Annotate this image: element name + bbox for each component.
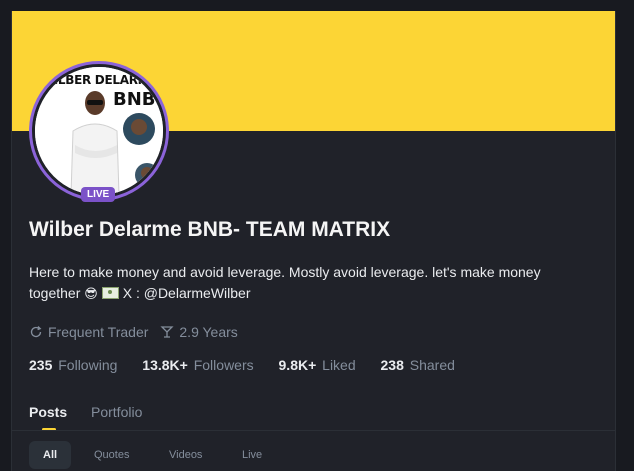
tab-posts[interactable]: Posts xyxy=(29,404,67,431)
tenure: 2.9 Years xyxy=(160,324,238,340)
trader-type-label: Frequent Trader xyxy=(48,324,149,340)
stat-value: 13.8K+ xyxy=(142,357,188,373)
stat-value: 9.8K+ xyxy=(278,357,317,373)
tabs-divider xyxy=(12,430,615,431)
filter-live[interactable]: Live xyxy=(228,441,276,469)
sunglasses-emoji-icon: 😎 xyxy=(84,286,98,301)
bio-line-2-start: together xyxy=(29,285,81,301)
profile-meta: Frequent Trader 2.9 Years xyxy=(29,324,250,340)
tenure-label: 2.9 Years xyxy=(179,324,238,340)
avatar: WILBER DELARME BNB xyxy=(35,67,163,195)
stat-label: Followers xyxy=(193,357,254,373)
profile-bio: Here to make money and avoid leverage. M… xyxy=(29,262,589,304)
stat-value: 238 xyxy=(380,357,404,373)
stat-followers[interactable]: 13.8K+ Followers xyxy=(142,357,253,373)
avatar-sub-text: BNB xyxy=(113,89,156,110)
money-card-icon xyxy=(101,287,119,299)
avatar-title-text: WILBER DELARME xyxy=(40,73,158,87)
tab-portfolio[interactable]: Portfolio xyxy=(91,404,142,431)
cocktail-glass-icon xyxy=(160,326,174,338)
profile-name: Wilber Delarme BNB- TEAM MATRIX xyxy=(29,218,391,241)
filter-videos[interactable]: Videos xyxy=(155,441,216,469)
tab-label: Portfolio xyxy=(91,404,143,420)
bio-line-2-end: X : @DelarmeWilber xyxy=(122,285,251,301)
stat-value: 235 xyxy=(29,357,53,373)
stat-label: Following xyxy=(58,357,118,373)
trader-type: Frequent Trader xyxy=(29,324,148,340)
stat-liked: 9.8K+ Liked xyxy=(279,357,356,373)
filter-all[interactable]: All xyxy=(29,441,72,469)
bio-line-1: Here to make money and avoid leverage. M… xyxy=(29,264,541,280)
live-badge[interactable]: LIVE xyxy=(81,187,116,202)
stat-label: Shared xyxy=(409,357,455,373)
refresh-icon xyxy=(30,326,42,338)
stat-shared: 238 Shared xyxy=(381,357,455,373)
profile-stats: 235 Following 13.8K+ Followers 9.8K+ Lik… xyxy=(29,357,476,373)
avatar-container[interactable]: WILBER DELARME BNB LIVE xyxy=(29,61,169,202)
filter-quotes[interactable]: Quotes xyxy=(80,441,143,469)
stat-following[interactable]: 235 Following xyxy=(29,357,117,373)
profile-card: WILBER DELARME BNB LIVE Wilber Delarme B… xyxy=(11,11,616,471)
stat-label: Liked xyxy=(322,357,356,373)
tab-label: Posts xyxy=(29,404,68,420)
